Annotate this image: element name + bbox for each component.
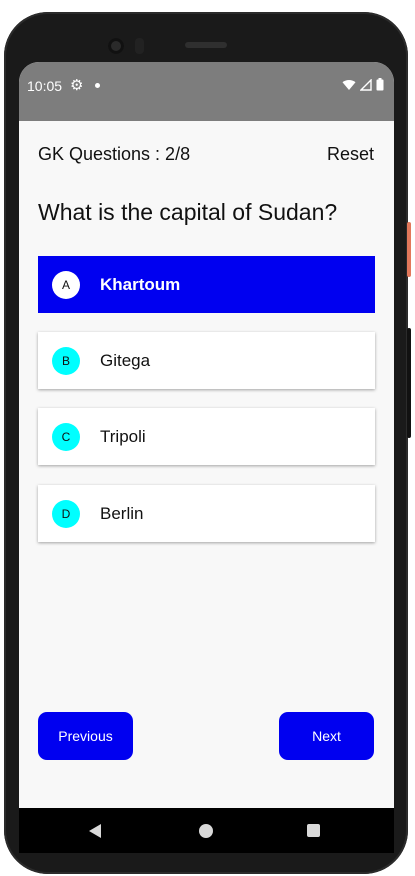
battery-icon <box>376 78 384 91</box>
option-a[interactable]: A Khartoum <box>38 256 375 313</box>
sensor-icon <box>135 38 144 54</box>
option-d[interactable]: D Berlin <box>38 485 375 542</box>
wifi-icon <box>342 79 356 90</box>
option-label: Khartoum <box>100 274 181 294</box>
option-label: Berlin <box>100 503 144 523</box>
cell-signal-icon <box>360 78 372 91</box>
power-button <box>407 222 411 277</box>
option-letter-badge: C <box>52 422 80 451</box>
option-label: Gitega <box>100 350 151 370</box>
status-time: 10:05 <box>27 78 63 94</box>
home-icon[interactable] <box>199 824 213 838</box>
system-nav-bar <box>19 808 394 853</box>
notification-dot-icon <box>95 83 100 88</box>
option-letter-badge: B <box>52 346 80 375</box>
status-bar: 10:05 ⚙ <box>19 62 394 121</box>
previous-button[interactable]: Previous <box>38 712 133 760</box>
next-button[interactable]: Next <box>279 712 374 760</box>
option-letter-badge: D <box>52 499 80 528</box>
page-title: GK Questions : 2/8 <box>38 144 191 164</box>
back-icon[interactable] <box>89 824 101 838</box>
question-text: What is the capital of Sudan? <box>38 199 338 225</box>
option-label: Tripoli <box>100 426 146 446</box>
earpiece-speaker <box>185 42 227 48</box>
front-camera-icon <box>108 38 124 54</box>
option-letter-badge: A <box>52 270 80 299</box>
status-icons <box>342 78 384 91</box>
settings-gear-icon: ⚙ <box>70 77 84 94</box>
option-b[interactable]: B Gitega <box>38 332 375 389</box>
recents-icon[interactable] <box>307 824 320 837</box>
volume-button <box>407 328 411 438</box>
option-c[interactable]: C Tripoli <box>38 408 375 465</box>
reset-button[interactable]: Reset <box>327 144 374 165</box>
